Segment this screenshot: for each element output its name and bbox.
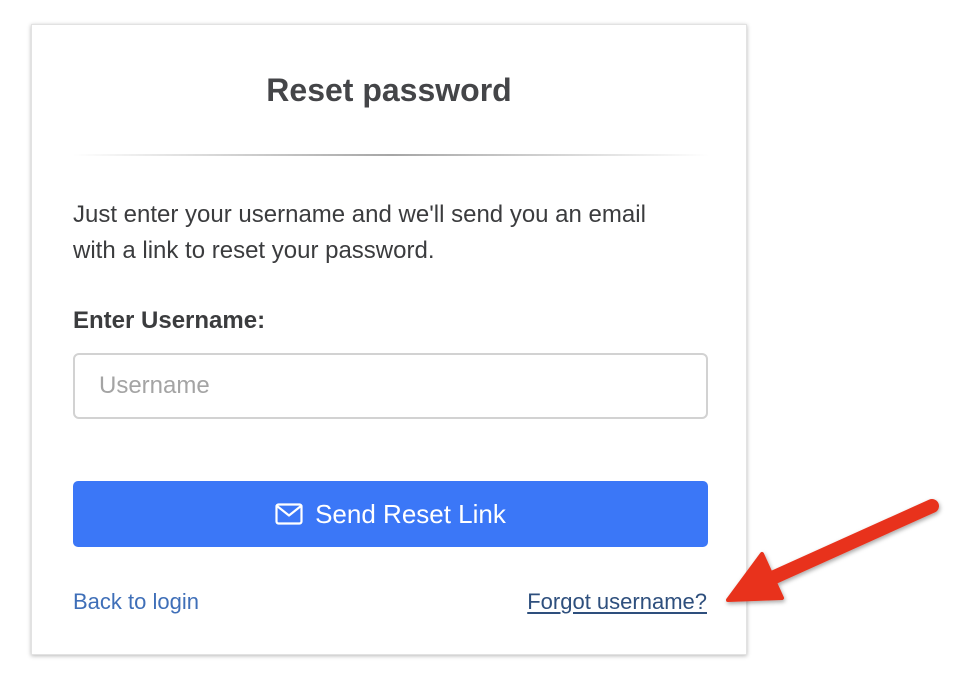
reset-password-card: Reset password Just enter your username … bbox=[31, 24, 747, 655]
back-to-login-link[interactable]: Back to login bbox=[73, 588, 199, 616]
page-title: Reset password bbox=[266, 72, 512, 108]
red-arrow-icon bbox=[726, 499, 939, 602]
title-divider bbox=[73, 154, 709, 156]
envelope-icon bbox=[275, 503, 303, 525]
instructions-text: Just enter your username and we'll send … bbox=[73, 201, 646, 264]
send-button-label: Send Reset Link bbox=[315, 498, 506, 529]
forgot-username-link[interactable]: Forgot username? bbox=[527, 588, 707, 616]
username-label: Enter Username: bbox=[73, 307, 266, 334]
username-input[interactable] bbox=[73, 353, 708, 419]
send-reset-link-button[interactable]: Send Reset Link bbox=[73, 481, 708, 547]
